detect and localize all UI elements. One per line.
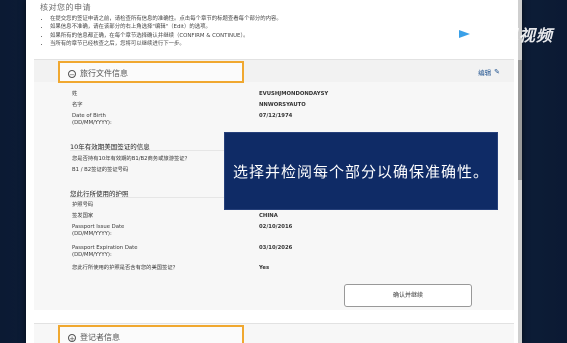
video-subtitle-text: 选择并检阅每个部分以确保准确性。 bbox=[232, 162, 489, 181]
travel-document-header-highlight[interactable]: − 旅行文件信息 bbox=[58, 61, 244, 83]
instructions-heading: 核对您的申请 bbox=[40, 3, 91, 12]
collapse-minus-icon: − bbox=[68, 69, 76, 79]
dob-label: Date of Birth (DD/MM/YYYY): bbox=[72, 113, 112, 126]
watermark-text: 腾讯视频 bbox=[484, 26, 553, 45]
scrollbar-thumb[interactable] bbox=[518, 60, 522, 180]
confirm-continue-button[interactable]: 确认并继续 bbox=[344, 284, 472, 307]
instruction-item: 如果所有的信息都正确，在每个章节选择确认并继续（CONFIRM & CONTIN… bbox=[50, 32, 508, 40]
registrant-card: + 登记者信息 bbox=[34, 323, 514, 343]
visa-question-label: 您是否持有10年有效期的B1/B2商务或旅游签证？ bbox=[72, 156, 190, 162]
instructions-list: 在提交您的签证申请之前，请检查所有信息的准确性。点击每个章节的标题查看每个部分的… bbox=[40, 15, 508, 48]
passport-expiration-date-label: Passport Expiration Date (DD/MM/YYYY): bbox=[72, 245, 138, 258]
issuing-country-label: 签发国家 bbox=[72, 213, 94, 219]
surname-label: 姓 bbox=[72, 91, 78, 97]
passport-expiration-date-value: 03/10/2026 bbox=[259, 245, 293, 251]
expand-plus-icon: + bbox=[68, 333, 76, 343]
review-instructions: 核对您的申请 在提交您的签证申请之前，请检查所有信息的准确性。点击每个章节的标题… bbox=[26, 0, 522, 55]
passport-issue-date-value: 02/10/2016 bbox=[259, 224, 293, 230]
passport-number-label: 护照号码 bbox=[72, 202, 94, 208]
passport-has-visa-label: 您此行所使用的护照是否含有您的美国签证？ bbox=[72, 265, 178, 271]
instruction-item: 如果信息不准确，请在该部分的右上角选择"编辑"（Edit）的选项。 bbox=[50, 23, 508, 31]
travel-document-title-text: 旅行文件信息 bbox=[80, 69, 128, 78]
tencent-video-logo-icon bbox=[455, 26, 478, 42]
passport-issue-date-label: Passport Issue Date (DD/MM/YYYY): bbox=[72, 224, 125, 237]
registrant-header-highlight[interactable]: + 登记者信息 bbox=[58, 325, 244, 343]
instruction-item: 当所有的章节已经核查之后，您将可以继续进行下一步。 bbox=[50, 40, 508, 48]
registrant-title-text: 登记者信息 bbox=[80, 333, 120, 342]
passport-has-visa-value: Yes bbox=[259, 265, 270, 271]
travel-document-title[interactable]: − 旅行文件信息 bbox=[68, 68, 128, 79]
instruction-item: 在提交您的签证申请之前，请检查所有信息的准确性。点击每个章节的标题查看每个部分的… bbox=[50, 15, 508, 23]
issuing-country-value: CHINA bbox=[259, 213, 278, 219]
edit-button[interactable]: 编辑 ✎ bbox=[478, 67, 500, 77]
surname-value: EVUSHJMONDONDAYSY bbox=[259, 91, 329, 97]
registrant-title[interactable]: + 登记者信息 bbox=[68, 332, 120, 343]
dob-value: 07/12/1974 bbox=[259, 113, 293, 119]
visa-number-label: B1 / B2签证的签证号码 bbox=[72, 167, 129, 173]
given-name-value: NNWORSYAUTO bbox=[259, 102, 306, 108]
given-name-label: 名字 bbox=[72, 102, 83, 108]
video-subtitle: 选择并检阅每个部分以确保准确性。 bbox=[224, 132, 498, 210]
edit-label: 编辑 bbox=[478, 69, 492, 77]
pencil-icon: ✎ bbox=[494, 68, 500, 76]
tencent-video-watermark: 腾讯视频 bbox=[453, 22, 553, 46]
